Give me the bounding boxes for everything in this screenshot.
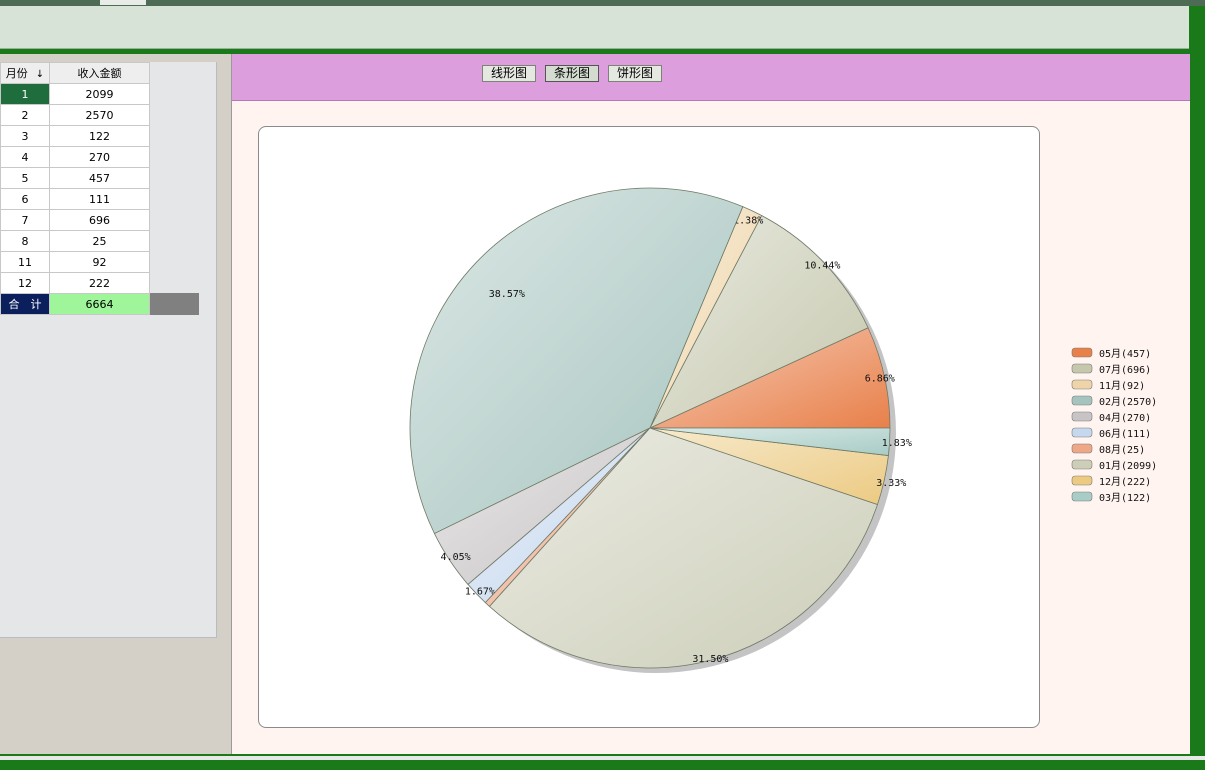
amount-cell[interactable]: 2099 [49, 83, 150, 105]
table-row[interactable]: 6 111 [0, 188, 199, 210]
amount-cell[interactable]: 111 [49, 188, 150, 210]
income-grid: 月份 ↓ 收入金额 1 2099 2 2570 3 122 4 270 5 457… [0, 62, 199, 315]
legend-swatch [1071, 411, 1093, 422]
legend-swatch [1071, 347, 1093, 358]
table-row[interactable]: 12 222 [0, 272, 199, 294]
legend-label: 06月(111) [1099, 428, 1151, 440]
legend-label: 04月(270) [1099, 412, 1151, 424]
amount-cell[interactable]: 92 [49, 251, 150, 273]
legend-swatch [1071, 491, 1093, 502]
slice-percent-label: 6.86% [865, 374, 895, 385]
legend-label: 02月(2570) [1099, 396, 1157, 408]
month-cell[interactable]: 6 [0, 188, 50, 210]
slice-percent-label: 4.05% [441, 552, 471, 563]
table-row[interactable]: 4 270 [0, 146, 199, 168]
legend-swatch [1071, 395, 1093, 406]
legend-label: 05月(457) [1099, 348, 1151, 360]
month-cell[interactable]: 12 [0, 272, 50, 294]
slice-percent-label: 10.44% [804, 260, 840, 271]
month-cell[interactable]: 8 [0, 230, 50, 252]
amount-cell[interactable]: 122 [49, 125, 150, 147]
table-row[interactable]: 3 122 [0, 125, 199, 147]
slice-percent-label: 1.67% [465, 586, 495, 597]
amount-cell[interactable]: 2570 [49, 104, 150, 126]
table-row[interactable]: 5 457 [0, 167, 199, 189]
legend-label: 01月(2099) [1099, 460, 1157, 472]
month-cell[interactable]: 2 [0, 104, 50, 126]
legend-label: 03月(122) [1099, 492, 1151, 504]
total-row-filler [149, 293, 199, 315]
slice-percent-label: 38.57% [489, 289, 525, 300]
amount-cell[interactable]: 25 [49, 230, 150, 252]
month-cell[interactable]: 5 [0, 167, 50, 189]
toolbar-strip [0, 6, 1189, 49]
month-column-header[interactable]: 月份 ↓ [0, 62, 50, 84]
slice-percent-label: 1.83% [882, 438, 912, 449]
legend-label: 07月(696) [1099, 364, 1151, 376]
total-label: 合 计 [0, 293, 50, 315]
table-row[interactable]: 1 2099 [0, 83, 199, 105]
sort-arrow-icon: ↓ [35, 69, 45, 80]
month-cell[interactable]: 3 [0, 125, 50, 147]
table-row[interactable]: 8 25 [0, 230, 199, 252]
amount-cell[interactable]: 696 [49, 209, 150, 231]
legend-swatch [1071, 427, 1093, 438]
legend-swatch [1071, 475, 1093, 486]
month-cell[interactable]: 7 [0, 209, 50, 231]
table-row[interactable]: 2 2570 [0, 104, 199, 126]
pie-chart: 6.86%10.44%1.38%38.57%4.05%1.67%31.50%3.… [409, 187, 1157, 673]
slice-percent-label: 3.33% [876, 478, 906, 489]
month-cell[interactable]: 1 [0, 83, 50, 105]
table-row[interactable]: 11 92 [0, 251, 199, 273]
legend-swatch [1071, 443, 1093, 454]
legend-label: 08月(25) [1099, 444, 1145, 456]
month-cell[interactable]: 4 [0, 146, 50, 168]
legend-swatch [1071, 459, 1093, 470]
grid-header-row: 月份 ↓ 收入金额 [0, 62, 199, 84]
total-row: 合 计 6664 [0, 293, 199, 315]
amount-cell[interactable]: 270 [49, 146, 150, 168]
month-header-label: 月份 [5, 67, 28, 80]
legend-label: 11月(92) [1099, 380, 1145, 392]
legend-swatch [1071, 363, 1093, 374]
month-cell[interactable]: 11 [0, 251, 50, 273]
amount-cell[interactable]: 222 [49, 272, 150, 294]
amount-column-header[interactable]: 收入金额 [49, 62, 150, 84]
total-amount: 6664 [49, 293, 150, 315]
table-row[interactable]: 7 696 [0, 209, 199, 231]
active-tab-marker[interactable] [100, 0, 146, 5]
legend-swatch [1071, 379, 1093, 390]
legend-label: 12月(222) [1099, 476, 1151, 488]
amount-cell[interactable]: 457 [49, 167, 150, 189]
slice-percent-label: 31.50% [692, 654, 728, 665]
chart-panel: 线形图 条形图 饼形图 6.86% 10.44% 1.38% 38.57% 4.05% 1… [231, 54, 1190, 754]
status-strip [0, 756, 1205, 760]
